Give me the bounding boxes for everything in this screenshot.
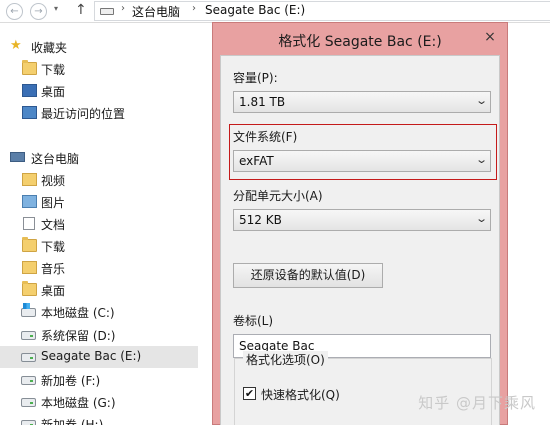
drive-icon (100, 8, 114, 15)
nav-item-label: 音乐 (41, 262, 66, 276)
capacity-select[interactable]: 1.81 TB ⌄ (233, 91, 491, 113)
capacity-label: 容量(P): (233, 71, 278, 85)
nav-item-label: 下载 (41, 63, 66, 77)
nav-item-documents[interactable]: 文档 (0, 213, 198, 235)
breadcrumb[interactable]: › 这台电脑 › Seagate Bac (E:) (94, 1, 550, 21)
nav-item-desktop-pc[interactable]: 桌面 (0, 279, 198, 301)
breadcrumb-separator: › (192, 3, 196, 14)
nav-item-favorites[interactable]: ★ 收藏夹 (0, 36, 198, 58)
chevron-down-icon: ⌄ (474, 153, 488, 166)
breadcrumb-item-drive[interactable]: Seagate Bac (E:) (205, 3, 305, 17)
navigation-pane: ★ 收藏夹 下载 桌面 最近访问的位置 这台电脑 视频 图片 文档 下载 音乐 … (0, 24, 200, 425)
up-button[interactable]: ↑ (75, 2, 87, 18)
dialog-titlebar[interactable]: 格式化 Seagate Bac (E:) × (213, 23, 507, 55)
drive-icon (21, 398, 36, 407)
up-arrow-icon: ↑ (75, 2, 87, 18)
file-system-value: exFAT (239, 154, 274, 168)
nav-item-drive-h[interactable]: 新加卷 (H:) (0, 413, 198, 425)
nav-item-drive-f[interactable]: 新加卷 (F:) (0, 369, 198, 391)
back-arrow-icon: ← (10, 6, 19, 17)
chevron-down-icon: ⌄ (474, 212, 488, 225)
nav-item-drive-g[interactable]: 本地磁盘 (G:) (0, 391, 198, 413)
quick-format-checkbox[interactable]: ✔ (243, 387, 256, 400)
forward-arrow-icon: → (34, 6, 43, 17)
nav-item-label: 桌面 (41, 85, 66, 99)
volume-label-label: 卷标(L) (233, 314, 274, 328)
back-button[interactable]: ← (6, 3, 23, 20)
nav-item-label: 桌面 (41, 284, 66, 298)
capacity-value: 1.81 TB (239, 95, 286, 109)
music-folder-icon (22, 261, 37, 274)
dialog-title: 格式化 Seagate Bac (E:) (278, 34, 442, 50)
nav-item-pictures[interactable]: 图片 (0, 191, 198, 213)
nav-item-label: 下载 (41, 240, 66, 254)
allocation-size-value: 512 KB (239, 213, 282, 227)
downloads-folder-icon (22, 60, 37, 75)
recent-places-icon (22, 106, 37, 119)
computer-icon (10, 152, 25, 162)
nav-item-music[interactable]: 音乐 (0, 257, 198, 279)
close-icon: × (484, 29, 496, 45)
nav-item-label: 新加卷 (H:) (41, 418, 104, 425)
nav-item-videos[interactable]: 视频 (0, 169, 198, 191)
nav-item-label: 图片 (41, 196, 66, 210)
nav-item-label: 这台电脑 (31, 152, 80, 166)
nav-item-label: 新加卷 (F:) (41, 374, 101, 388)
format-dialog: 格式化 Seagate Bac (E:) × 容量(P): 1.81 TB ⌄ … (212, 22, 508, 425)
checkmark-icon: ✔ (244, 387, 255, 400)
nav-item-drive-e[interactable]: Seagate Bac (E:) (0, 346, 198, 368)
dialog-body: 容量(P): 1.81 TB ⌄ 文件系统(F) exFAT ⌄ 分配单元大小(… (220, 55, 500, 425)
allocation-size-select[interactable]: 512 KB ⌄ (233, 209, 491, 231)
allocation-size-label: 分配单元大小(A) (233, 189, 323, 203)
downloads-folder-icon (22, 237, 37, 252)
nav-item-downloads-pc[interactable]: 下载 (0, 235, 198, 257)
nav-item-label: 文档 (41, 218, 66, 232)
nav-item-drive-d[interactable]: 系统保留 (D:) (0, 324, 198, 346)
nav-item-this-pc[interactable]: 这台电脑 (0, 147, 198, 169)
videos-folder-icon (22, 173, 37, 186)
breadcrumb-item-this-pc[interactable]: 这台电脑 (132, 3, 180, 20)
breadcrumb-separator: › (121, 3, 125, 14)
nav-item-label: 收藏夹 (31, 41, 68, 55)
close-button[interactable]: × (481, 29, 499, 45)
explorer-window: ← → ▾ ↑ › 这台电脑 › Seagate Bac (E:) ★ 收藏夹 … (0, 0, 550, 425)
address-bar: ← → ▾ ↑ › 这台电脑 › Seagate Bac (E:) (0, 0, 550, 23)
file-system-select[interactable]: exFAT ⌄ (233, 150, 491, 172)
nav-item-label: 视频 (41, 174, 66, 188)
star-icon: ★ (10, 38, 22, 53)
nav-item-label: 最近访问的位置 (41, 107, 126, 121)
watermark: 知乎 @月下乘风 (418, 394, 536, 412)
quick-format-label[interactable]: 快速格式化(Q) (261, 386, 340, 403)
desktop-folder-icon (22, 281, 37, 296)
drive-icon (21, 420, 36, 425)
drive-icon (21, 353, 36, 362)
nav-item-drive-c[interactable]: 本地磁盘 (C:) (0, 301, 198, 323)
nav-item-label: Seagate Bac (E:) (41, 349, 142, 363)
nav-item-recent-places[interactable]: 最近访问的位置 (0, 102, 198, 124)
windows-drive-icon (21, 303, 36, 317)
nav-item-desktop[interactable]: 桌面 (0, 80, 198, 102)
nav-item-label: 本地磁盘 (G:) (41, 396, 116, 410)
recent-locations-chevron-icon[interactable]: ▾ (54, 4, 58, 13)
forward-button[interactable]: → (30, 3, 47, 20)
drive-icon (21, 376, 36, 385)
chevron-down-icon: ⌄ (474, 94, 488, 107)
file-system-label: 文件系统(F) (233, 130, 298, 144)
nav-item-label: 本地磁盘 (C:) (41, 306, 115, 320)
restore-defaults-button[interactable]: 还原设备的默认值(D) (233, 263, 383, 288)
desktop-icon (22, 84, 37, 97)
pictures-folder-icon (22, 195, 37, 208)
nav-item-downloads[interactable]: 下载 (0, 58, 198, 80)
drive-icon (21, 331, 36, 340)
documents-folder-icon (23, 217, 35, 230)
nav-item-label: 系统保留 (D:) (41, 329, 116, 343)
format-options-label: 格式化选项(O) (243, 351, 328, 368)
